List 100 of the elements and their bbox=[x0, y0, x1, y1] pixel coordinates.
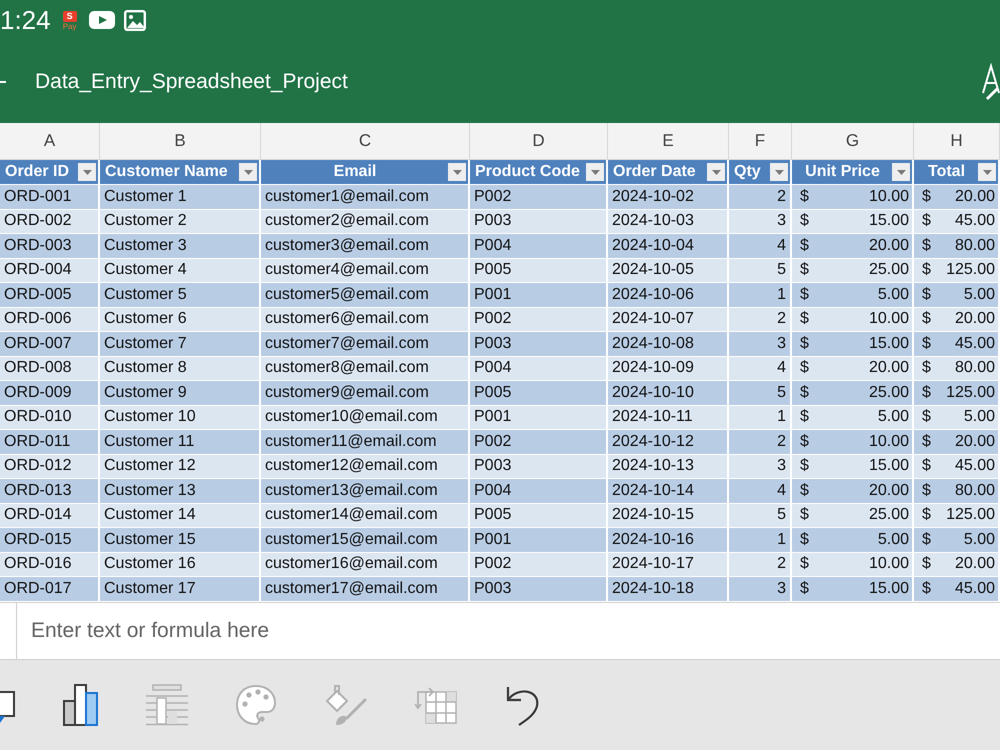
column-header: Qty bbox=[734, 163, 761, 181]
table-cell: Customer 2 bbox=[100, 210, 261, 234]
table-cell: Customer 6 bbox=[100, 308, 261, 332]
column-letter[interactable]: F bbox=[729, 123, 792, 159]
currency-symbol: $ bbox=[922, 482, 931, 500]
table-cell: Customer 13 bbox=[100, 479, 261, 504]
table-cell: 2024-10-03 bbox=[608, 210, 729, 234]
currency-symbol: $ bbox=[922, 212, 931, 230]
table-cell: P002 bbox=[470, 185, 608, 210]
caret-down-icon bbox=[82, 170, 92, 174]
table-cell: 2024-10-08 bbox=[608, 332, 729, 356]
table-cell: Customer 12 bbox=[100, 454, 261, 479]
price-amount: 45.00 bbox=[954, 457, 995, 476]
table-cell: ORD-014 bbox=[0, 504, 100, 528]
table-cell: customer2@email.com bbox=[261, 210, 470, 234]
currency-symbol: $ bbox=[922, 286, 931, 304]
filter-button[interactable] bbox=[707, 163, 725, 181]
price-amount: 10.00 bbox=[868, 555, 909, 574]
table-cell: ORD-005 bbox=[0, 283, 100, 308]
currency-symbol: $ bbox=[922, 334, 931, 353]
caret-down-icon bbox=[896, 170, 906, 174]
column-header: Customer Name bbox=[105, 163, 228, 181]
column-header: Unit Price bbox=[805, 163, 880, 181]
table-cell: customer5@email.com bbox=[261, 283, 470, 308]
table-cell: P005 bbox=[470, 504, 608, 528]
table-cell: 2024-10-17 bbox=[608, 552, 729, 577]
app-logo-caption: Pay bbox=[62, 22, 76, 31]
table-cell: customer8@email.com bbox=[261, 356, 470, 381]
table-cell: 2024-10-18 bbox=[608, 577, 729, 602]
price-amount: 5.00 bbox=[878, 286, 909, 304]
table-cell: 5 bbox=[729, 258, 792, 283]
caret-down-icon bbox=[712, 170, 720, 174]
price-amount: 125.00 bbox=[946, 261, 995, 280]
bar-chart-icon[interactable] bbox=[63, 684, 99, 726]
filter-button[interactable] bbox=[892, 163, 910, 181]
filter-button[interactable] bbox=[239, 163, 257, 181]
table-cell: P003 bbox=[470, 332, 608, 356]
table-cell: ORD-011 bbox=[0, 430, 100, 454]
table-cell: P003 bbox=[470, 210, 608, 234]
filter-button[interactable] bbox=[586, 163, 604, 181]
caret-down-icon bbox=[244, 170, 252, 174]
currency-symbol: $ bbox=[922, 236, 931, 255]
table-cell: Customer 16 bbox=[100, 552, 261, 577]
currency-symbol: $ bbox=[800, 286, 809, 304]
table-cell: 2024-10-05 bbox=[608, 258, 729, 283]
currency-symbol: $ bbox=[800, 432, 809, 451]
table-cell: Customer 5 bbox=[100, 283, 261, 308]
column-letter[interactable]: G bbox=[792, 123, 914, 159]
price-amount: 15.00 bbox=[868, 334, 909, 353]
currency-symbol: $ bbox=[800, 334, 809, 353]
table-cell: 1 bbox=[729, 283, 792, 308]
table-cell: 3 bbox=[729, 210, 792, 234]
column-letter[interactable]: B bbox=[100, 123, 261, 159]
currency-symbol: $ bbox=[800, 236, 809, 255]
table-cell: customer13@email.com bbox=[261, 479, 470, 504]
table-cell: P002 bbox=[470, 552, 608, 577]
price-amount: 20.00 bbox=[954, 555, 995, 574]
currency-symbol: $ bbox=[800, 310, 809, 328]
price-amount: 25.00 bbox=[868, 506, 909, 524]
currency-symbol: $ bbox=[922, 457, 931, 476]
currency-symbol: $ bbox=[800, 408, 809, 426]
price-amount: 5.00 bbox=[878, 530, 909, 549]
filter-button[interactable] bbox=[770, 163, 788, 181]
price-amount: 15.00 bbox=[868, 580, 909, 598]
table-cell: 2 bbox=[729, 552, 792, 577]
table-cell: Customer 8 bbox=[100, 356, 261, 381]
column-letter[interactable]: H bbox=[914, 123, 1000, 159]
price-amount: 80.00 bbox=[954, 359, 995, 378]
currency-symbol: $ bbox=[922, 408, 931, 426]
table-cell: P005 bbox=[470, 258, 608, 283]
filter-button[interactable] bbox=[448, 163, 466, 181]
price-amount: 125.00 bbox=[946, 506, 995, 524]
text-edit-icon[interactable] bbox=[980, 62, 1000, 100]
column-letter[interactable]: C bbox=[261, 123, 470, 159]
price-amount: 20.00 bbox=[954, 432, 995, 451]
price-amount: 5.00 bbox=[878, 408, 909, 426]
filter-button[interactable] bbox=[78, 163, 96, 181]
price-amount: 20.00 bbox=[868, 359, 909, 378]
price-amount: 20.00 bbox=[868, 482, 909, 500]
table-cell: 2024-10-04 bbox=[608, 234, 729, 258]
filter-button[interactable] bbox=[978, 163, 996, 181]
table-cell: 4 bbox=[729, 234, 792, 258]
status-time: 1:24 bbox=[0, 7, 51, 33]
currency-symbol: $ bbox=[922, 359, 931, 378]
table-cell: 2024-10-09 bbox=[608, 356, 729, 381]
document-title: Data_Entry_Spreadsheet_Project bbox=[35, 70, 348, 94]
table-cell: customer17@email.com bbox=[261, 577, 470, 602]
table-cell: P002 bbox=[470, 430, 608, 454]
column-letter[interactable]: D bbox=[470, 123, 608, 159]
column-letter[interactable]: E bbox=[608, 123, 729, 159]
table-cell: customer16@email.com bbox=[261, 552, 470, 577]
column-letter[interactable]: A bbox=[0, 123, 100, 159]
table-cell: P004 bbox=[470, 356, 608, 381]
table-cell: customer14@email.com bbox=[261, 504, 470, 528]
currency-symbol: $ bbox=[800, 580, 809, 598]
price-amount: 15.00 bbox=[868, 457, 909, 476]
table-cell: P004 bbox=[470, 234, 608, 258]
currency-symbol: $ bbox=[922, 506, 931, 524]
table-cell: 2024-10-07 bbox=[608, 308, 729, 332]
caret-down-icon bbox=[590, 170, 600, 174]
